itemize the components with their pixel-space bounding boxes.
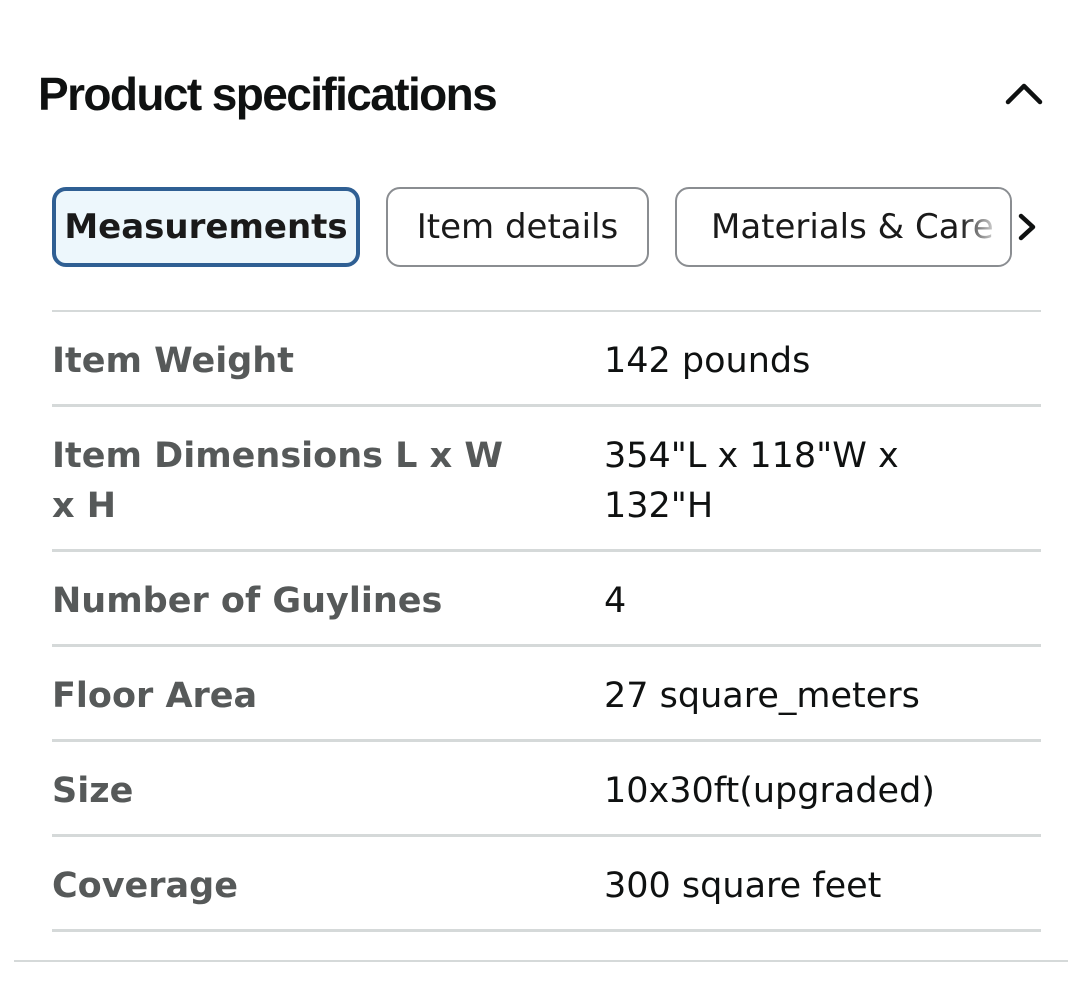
- spec-value: 300 square feet: [604, 866, 882, 906]
- chevron-up-icon: [1005, 83, 1043, 105]
- chevron-right-icon: [1018, 213, 1036, 241]
- tab-measurements[interactable]: Measurements: [52, 187, 360, 267]
- collapse-button[interactable]: [1000, 70, 1048, 118]
- tabs-next-button[interactable]: [1010, 203, 1046, 251]
- spec-value: 354"L x 118"W x 132"H: [604, 436, 899, 526]
- spec-value: 10x30ft(upgraded): [604, 771, 935, 811]
- tab-materials-care[interactable]: Materials & Care: [675, 187, 1012, 267]
- page-title: Product specifications: [38, 68, 498, 120]
- spec-label: Item Dimensions L x W x H: [52, 436, 503, 526]
- spec-value: 142 pounds: [604, 341, 811, 381]
- tab-fade-overlay: [960, 189, 1010, 265]
- section-divider: [14, 960, 1068, 962]
- spec-row-coverage: Coverage 300 square feet: [52, 837, 1041, 932]
- spec-row-size: Size 10x30ft(upgraded): [52, 742, 1041, 837]
- tab-item-details[interactable]: Item details: [386, 187, 649, 267]
- tab-label: Measurements: [64, 207, 348, 247]
- spec-label: Size: [52, 771, 134, 811]
- specs-table: Item Weight 142 pounds Item Dimensions L…: [52, 310, 1041, 932]
- spec-label: Number of Guylines: [52, 581, 443, 621]
- tab-label: Materials & Care: [711, 207, 994, 247]
- spec-tabs: Measurements Item details Materials & Ca…: [52, 187, 1048, 269]
- spec-label: Item Weight: [52, 341, 294, 381]
- spec-row-item-dimensions: Item Dimensions L x W x H 354"L x 118"W …: [52, 407, 1041, 552]
- spec-value: 27 square_meters: [604, 676, 920, 716]
- spec-value: 4: [604, 581, 627, 621]
- spec-label: Coverage: [52, 866, 238, 906]
- spec-row-number-of-guylines: Number of Guylines 4: [52, 552, 1041, 647]
- spec-label: Floor Area: [52, 676, 258, 716]
- tab-label: Item details: [416, 207, 619, 247]
- spec-row-floor-area: Floor Area 27 square_meters: [52, 647, 1041, 742]
- spec-row-item-weight: Item Weight 142 pounds: [52, 312, 1041, 407]
- specs-header: Product specifications: [38, 62, 1048, 126]
